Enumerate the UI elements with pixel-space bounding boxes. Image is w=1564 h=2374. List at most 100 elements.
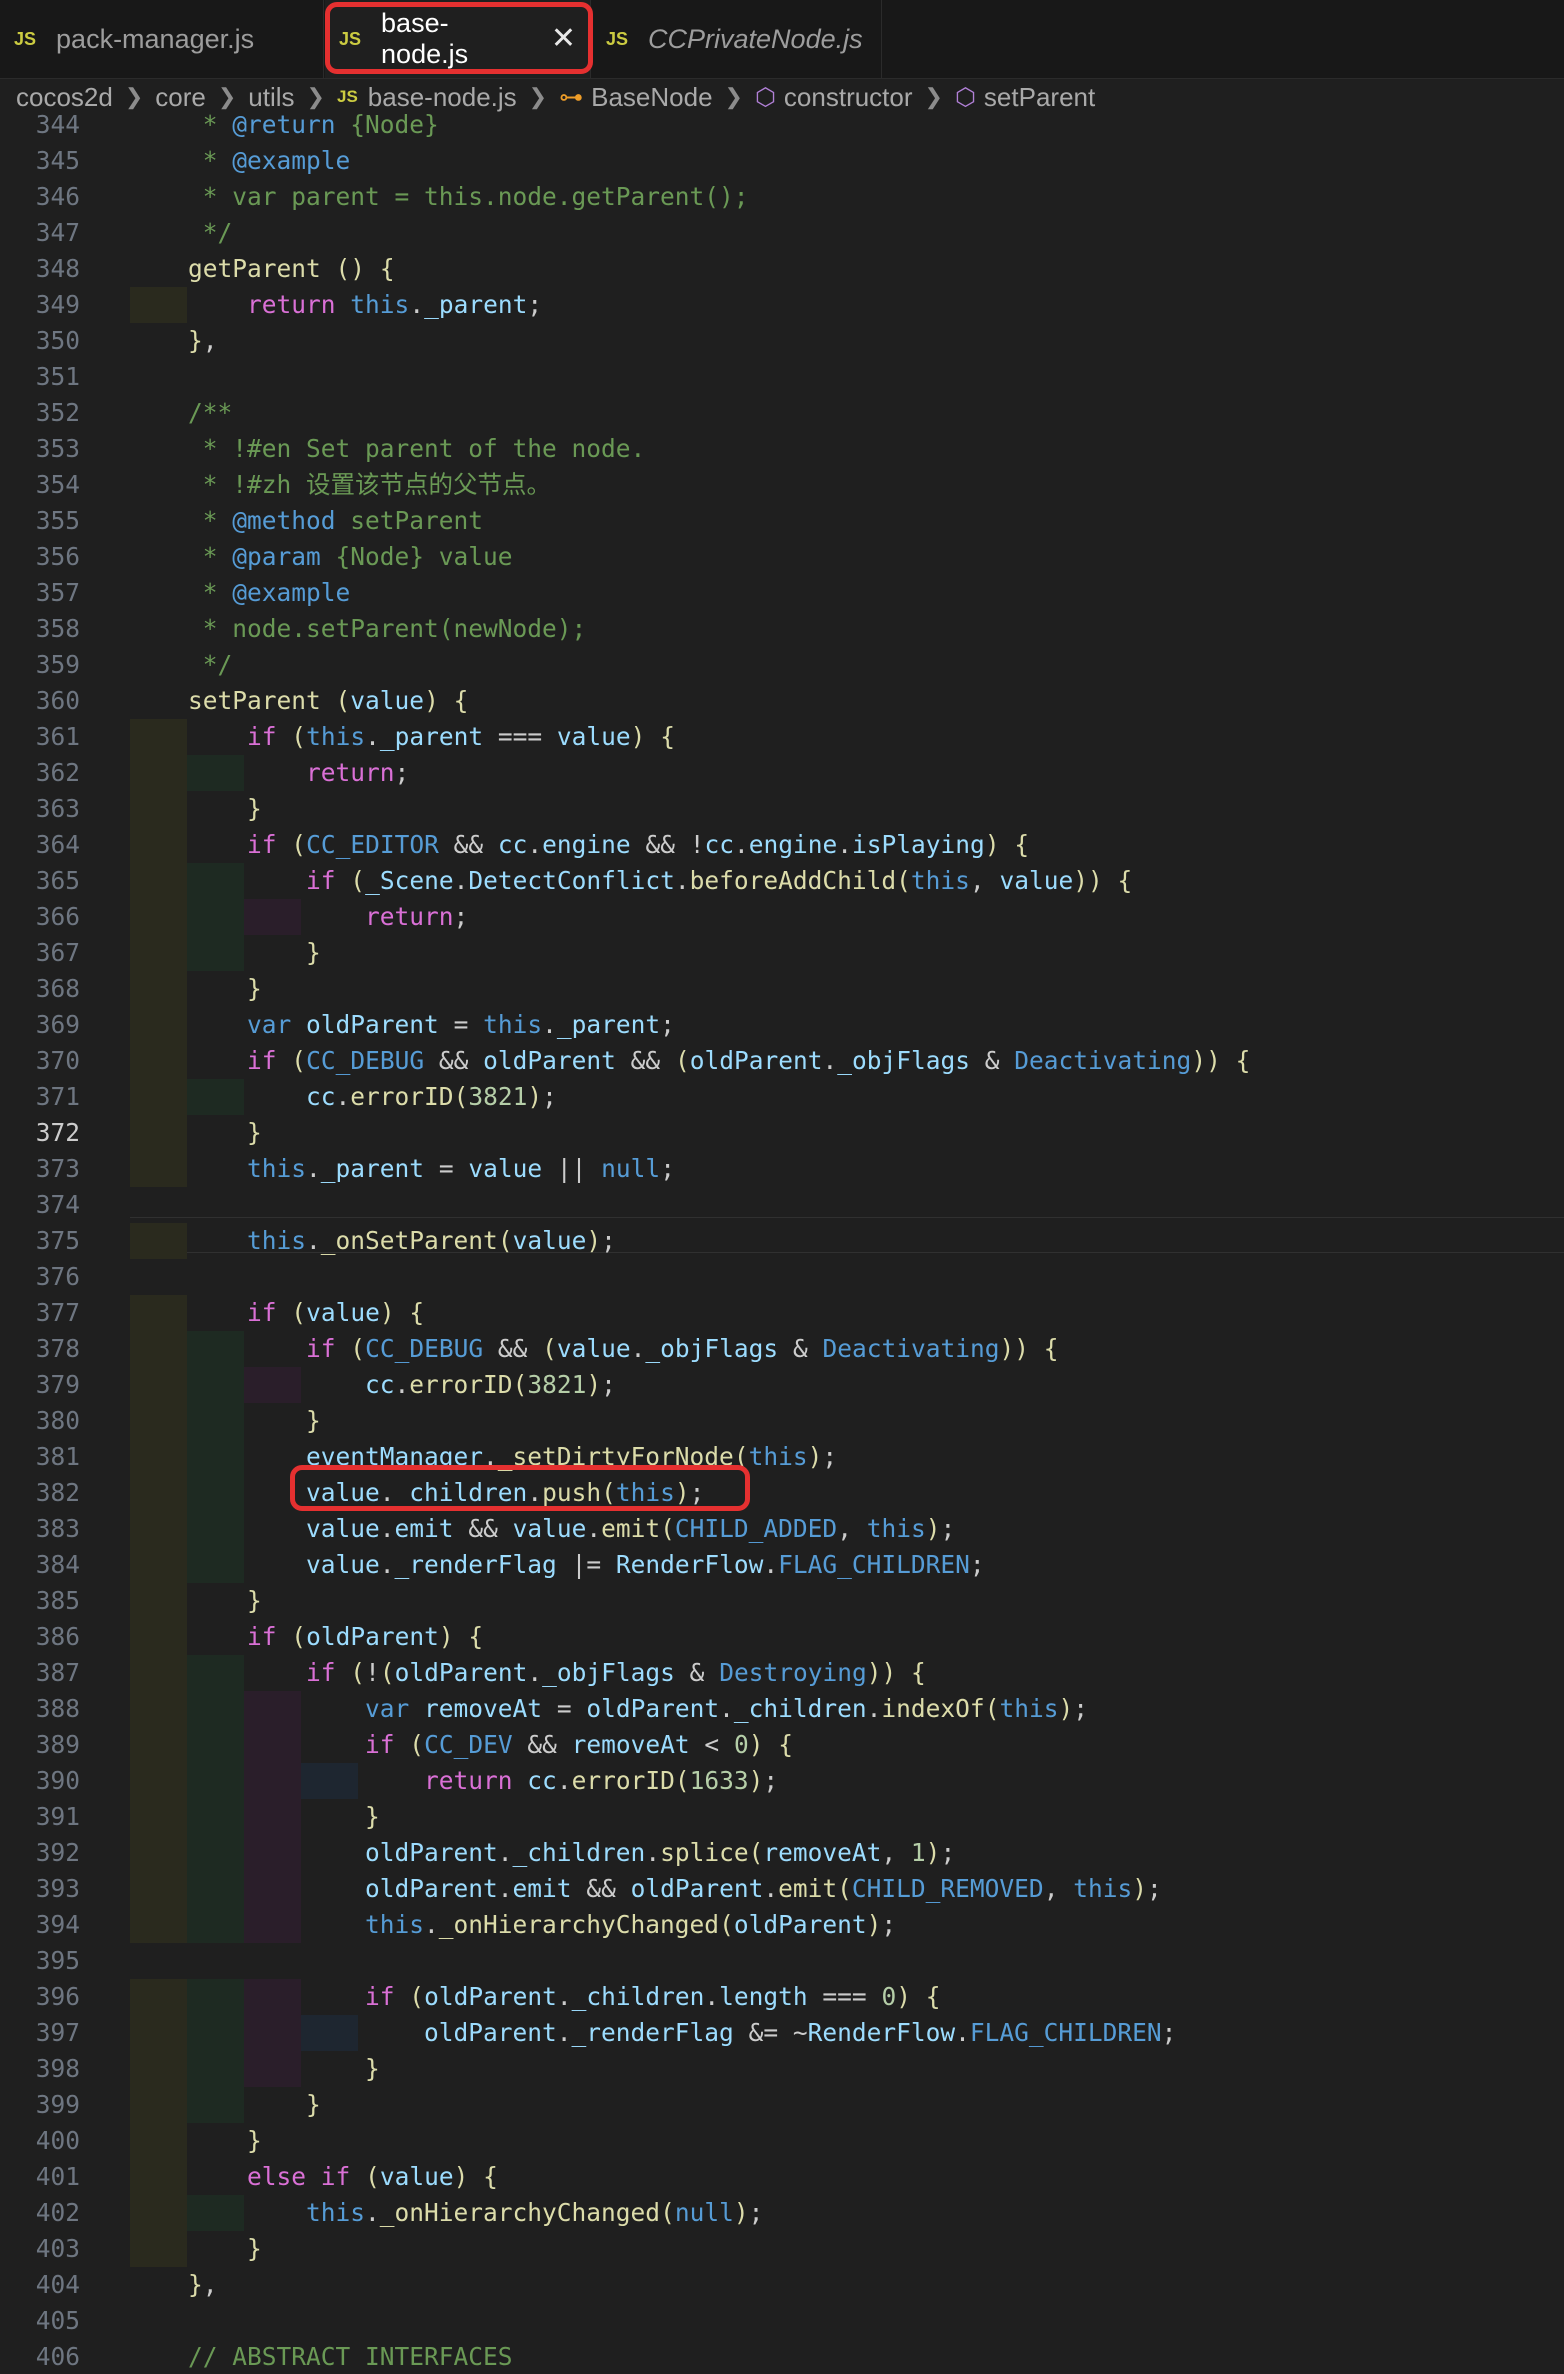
indent-guide bbox=[130, 1151, 187, 1187]
code-text: * var parent = this.node.getParent(); bbox=[188, 182, 749, 211]
code-line[interactable]: 352 /** bbox=[0, 395, 1564, 431]
code-line[interactable]: 349 return this._parent; bbox=[0, 287, 1564, 323]
code-line[interactable]: 380 } bbox=[0, 1403, 1564, 1439]
indent-guide bbox=[130, 1079, 187, 1115]
code-line[interactable]: 371 cc.errorID(3821); bbox=[0, 1079, 1564, 1115]
code-editor[interactable]: 344 * @return {Node} 345 * @example 346 * … bbox=[0, 105, 1564, 2374]
code-line[interactable]: 405 bbox=[0, 2303, 1564, 2339]
code-line[interactable]: 361 if (this._parent === value) { bbox=[0, 719, 1564, 755]
code-line[interactable]: 377 if (value) { bbox=[0, 1295, 1564, 1331]
indent-guide bbox=[130, 1835, 187, 1871]
code-line[interactable]: 368 } bbox=[0, 971, 1564, 1007]
code-line[interactable]: 384 value._renderFlag |= RenderFlow.FLAG… bbox=[0, 1547, 1564, 1583]
code-line[interactable]: 401 else if (value) { bbox=[0, 2159, 1564, 2195]
code-line[interactable]: 398 } bbox=[0, 2051, 1564, 2087]
code-line[interactable]: 359 */ bbox=[0, 647, 1564, 683]
code-text: cc.errorID(3821); bbox=[365, 1370, 616, 1399]
code-line[interactable]: 396 if (oldParent._children.length === 0… bbox=[0, 1979, 1564, 2015]
line-number: 398 bbox=[35, 2054, 80, 2083]
line-number: 388 bbox=[35, 1694, 80, 1723]
code-text: */ bbox=[188, 650, 233, 679]
code-line[interactable]: 372 } bbox=[0, 1115, 1564, 1151]
code-text: } bbox=[365, 2054, 380, 2083]
line-number: 402 bbox=[35, 2198, 80, 2227]
indent-guide bbox=[130, 1619, 187, 1655]
code-line[interactable]: 365 if (_Scene.DetectConflict.beforeAddC… bbox=[0, 863, 1564, 899]
code-text: } bbox=[365, 1802, 380, 1831]
code-line[interactable]: 397 oldParent._renderFlag &= ~RenderFlow… bbox=[0, 2015, 1564, 2051]
code-line[interactable]: 386 if (oldParent) { bbox=[0, 1619, 1564, 1655]
code-line[interactable]: 364 if (CC_EDITOR && cc.engine && !cc.en… bbox=[0, 827, 1564, 863]
code-text: // ABSTRACT INTERFACES bbox=[188, 2342, 513, 2371]
code-line[interactable]: 392 oldParent._children.splice(removeAt,… bbox=[0, 1835, 1564, 1871]
code-line[interactable]: 367 } bbox=[0, 935, 1564, 971]
code-line[interactable]: 379 cc.errorID(3821); bbox=[0, 1367, 1564, 1403]
code-text: oldParent._children.splice(removeAt, 1); bbox=[365, 1838, 956, 1867]
code-line[interactable]: 399 } bbox=[0, 2087, 1564, 2123]
code-line[interactable]: 356 * @param {Node} value bbox=[0, 539, 1564, 575]
code-line[interactable]: 389 if (CC_DEV && removeAt < 0) { bbox=[0, 1727, 1564, 1763]
code-line[interactable]: 366 return; bbox=[0, 899, 1564, 935]
code-line[interactable]: 357 * @example bbox=[0, 575, 1564, 611]
code-line[interactable]: 369 var oldParent = this._parent; bbox=[0, 1007, 1564, 1043]
code-line[interactable]: 363 } bbox=[0, 791, 1564, 827]
code-line[interactable]: 375 this._onSetParent(value); bbox=[0, 1223, 1564, 1259]
code-line[interactable]: 362 return; bbox=[0, 755, 1564, 791]
code-line[interactable]: 388 var removeAt = oldParent._children.i… bbox=[0, 1691, 1564, 1727]
code-line[interactable]: 351 bbox=[0, 359, 1564, 395]
code-line[interactable]: 346 * var parent = this.node.getParent()… bbox=[0, 179, 1564, 215]
code-line[interactable]: 403 } bbox=[0, 2231, 1564, 2267]
code-line[interactable]: 393 oldParent.emit && oldParent.emit(CHI… bbox=[0, 1871, 1564, 1907]
code-line[interactable]: 354 * !#zh 设置该节点的父节点。 bbox=[0, 467, 1564, 503]
code-line[interactable]: 374 bbox=[0, 1187, 1564, 1223]
tab-ccprivatenode[interactable]: JS CCPrivateNode.js bbox=[592, 0, 882, 78]
line-number: 389 bbox=[35, 1730, 80, 1759]
indent-guide bbox=[130, 1763, 187, 1799]
code-text: } bbox=[306, 938, 321, 967]
code-line[interactable]: 400 } bbox=[0, 2123, 1564, 2159]
code-line[interactable]: 353 * !#en Set parent of the node. bbox=[0, 431, 1564, 467]
indent-guide bbox=[130, 1799, 187, 1835]
indent-guide bbox=[130, 2051, 187, 2087]
code-line[interactable]: 390 return cc.errorID(1633); bbox=[0, 1763, 1564, 1799]
code-line[interactable]: 344 * @return {Node} bbox=[0, 107, 1564, 143]
line-number: 348 bbox=[35, 254, 80, 283]
code-line[interactable]: 394 this._onHierarchyChanged(oldParent); bbox=[0, 1907, 1564, 1943]
indent-guide bbox=[130, 1403, 187, 1439]
code-line[interactable]: 376 bbox=[0, 1259, 1564, 1295]
code-line[interactable]: 370 if (CC_DEBUG && oldParent && (oldPar… bbox=[0, 1043, 1564, 1079]
code-line[interactable]: 383 value.emit && value.emit(CHILD_ADDED… bbox=[0, 1511, 1564, 1547]
code-line[interactable]: 404}, bbox=[0, 2267, 1564, 2303]
line-number: 345 bbox=[35, 146, 80, 175]
line-number: 352 bbox=[35, 398, 80, 427]
tab-bar: JS pack-manager.js JS base-node.js ✕ JS … bbox=[0, 0, 1564, 79]
indent-guide bbox=[130, 1727, 187, 1763]
code-line[interactable]: 360 setParent (value) { bbox=[0, 683, 1564, 719]
code-line[interactable]: 406 // ABSTRACT INTERFACES bbox=[0, 2339, 1564, 2374]
code-line[interactable]: 348 getParent () { bbox=[0, 251, 1564, 287]
code-line[interactable]: 387 if (!(oldParent._objFlags & Destroyi… bbox=[0, 1655, 1564, 1691]
tab-pack-manager[interactable]: JS pack-manager.js bbox=[0, 0, 324, 78]
line-number: 376 bbox=[35, 1262, 80, 1291]
js-file-icon: JS bbox=[336, 87, 358, 106]
code-line[interactable]: 358 * node.setParent(newNode); bbox=[0, 611, 1564, 647]
highlight-box-line bbox=[290, 1465, 750, 1511]
indent-guide bbox=[130, 863, 187, 899]
code-line[interactable]: 395 bbox=[0, 1943, 1564, 1979]
code-line[interactable]: 385 } bbox=[0, 1583, 1564, 1619]
code-line[interactable]: 347 */ bbox=[0, 215, 1564, 251]
code-line[interactable]: 345 * @example bbox=[0, 143, 1564, 179]
line-number: 391 bbox=[35, 1802, 80, 1831]
code-text: if (CC_DEBUG && (value._objFlags & Deact… bbox=[306, 1334, 1059, 1363]
code-line[interactable]: 350}, bbox=[0, 323, 1564, 359]
code-line[interactable]: 402 this._onHierarchyChanged(null); bbox=[0, 2195, 1564, 2231]
line-number: 405 bbox=[35, 2306, 80, 2335]
code-text: * @param {Node} value bbox=[188, 542, 513, 571]
code-line[interactable]: 391 } bbox=[0, 1799, 1564, 1835]
code-line[interactable]: 378 if (CC_DEBUG && (value._objFlags & D… bbox=[0, 1331, 1564, 1367]
highlight-box-tab bbox=[325, 2, 593, 74]
code-line[interactable]: 355 * @method setParent bbox=[0, 503, 1564, 539]
code-line[interactable]: 381 eventManager._setDirtyForNode(this); bbox=[0, 1439, 1564, 1475]
code-line[interactable]: 382 value._children.push(this); bbox=[0, 1475, 1564, 1511]
code-line[interactable]: 373 this._parent = value || null; bbox=[0, 1151, 1564, 1187]
